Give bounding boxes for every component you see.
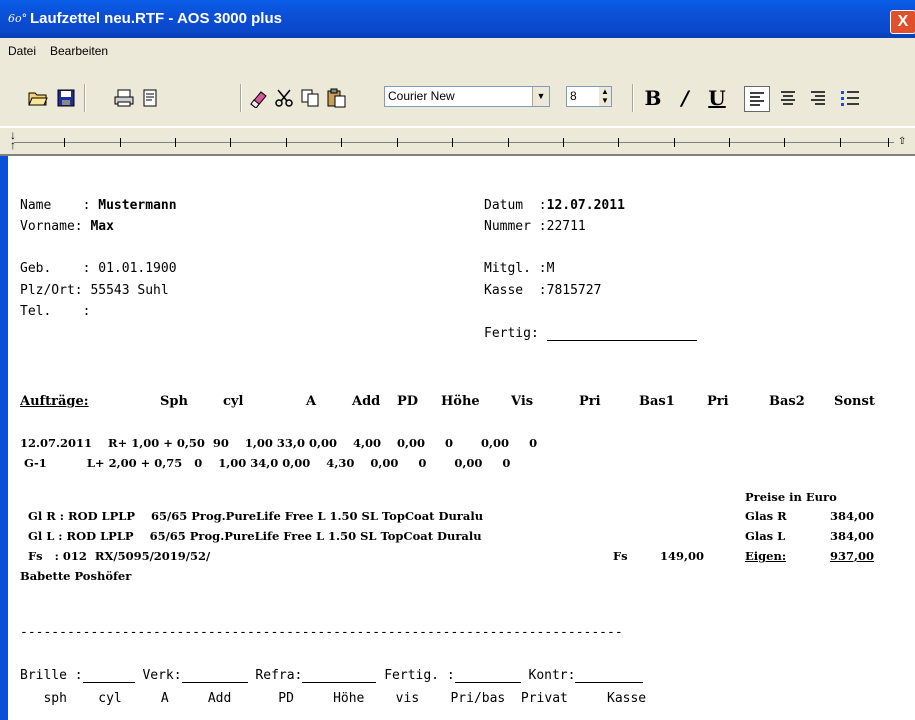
print-icon[interactable] [112,86,136,110]
nummer-line: Nummer :22711 [484,219,586,234]
ruler: ↓ ↑ ⇧ [0,128,915,156]
vorname-line: Vorname: Max [20,219,114,234]
font-name-select[interactable]: Courier New ▼ [384,86,550,107]
align-center-icon[interactable] [776,86,800,110]
separator-dashes: ----------------------------------------… [20,625,623,640]
print-preview-icon[interactable] [138,86,162,110]
plz-line: Plz/Ort: 55543 Suhl [20,283,169,298]
header-pri2: Pri [707,394,729,409]
signature-line: Brille : Verk: Refra: Fertig. : Kontr: [20,668,644,683]
document-area[interactable]: Name : Mustermann Vorname: Max Geb. : 01… [8,156,915,720]
open-folder-icon[interactable] [26,86,50,110]
tel-line: Tel. : [20,304,91,319]
hanging-indent-icon[interactable]: ↑ [10,138,16,152]
eigen-label: Eigen: [745,549,787,563]
glas-l-price: 384,00 [830,529,875,543]
right-margin-icon[interactable]: ⇧ [898,136,906,147]
fertig-line: Fertig: [484,326,697,341]
gl-r-line: Gl R : ROD LPLP 65/65 Prog.PureLife Free… [20,509,484,523]
window-border [0,156,8,720]
geb-line: Geb. : 01.01.1900 [20,261,177,276]
title-bar: 6o° Laufzettel neu.RTF - AOS 3000 plus X [0,0,915,38]
fs-price: 149,00 [660,549,705,563]
order-row-2: G-1 L+ 2,00 + 0,75 0 1,00 34,0 0,00 4,30… [20,456,511,470]
align-left-icon[interactable] [744,86,770,112]
glas-r-price: 384,00 [830,509,875,523]
close-button[interactable]: X [890,10,915,34]
menu-bar: Datei Bearbeiten [0,38,915,67]
header-pd: PD [397,394,419,409]
font-dropdown-icon[interactable]: ▼ [532,87,549,106]
header-auftraege: Aufträge: [20,394,89,409]
menu-bearbeiten[interactable]: Bearbeiten [50,44,108,58]
menu-datei[interactable]: Datei [8,44,36,58]
paste-icon[interactable] [324,86,348,110]
header-vis: Vis [511,394,534,409]
app-icon: 6o° [8,12,28,25]
eigen-price: 937,00 [830,549,875,563]
name-line: Name : Mustermann [20,198,177,213]
header-a: A [306,394,317,409]
kasse-line: Kasse :7815727 [484,283,602,298]
header-sonst: Sonst [834,394,875,409]
window-title: Laufzettel neu.RTF - AOS 3000 plus [30,10,282,27]
footer-labels: sph cyl A Add PD Höhe vis Pri/bas Privat… [20,691,647,706]
preise-label: Preise in Euro [745,490,837,504]
glas-l-label: Glas L [745,529,786,543]
header-bas2: Bas2 [769,394,805,409]
order-row-1: 12.07.2011 R+ 1,00 + 0,50 90 1,00 33,0 0… [20,436,538,450]
header-pri: Pri [579,394,601,409]
ruler-line [14,142,894,143]
fs-price-label: Fs [613,549,628,563]
mitgl-line: Mitgl. :M [484,261,555,276]
copy-icon[interactable] [298,86,322,110]
header-sph: Sph [160,394,188,409]
header-bas1: Bas1 [639,394,675,409]
spinner-icon[interactable]: ▲ ▼ [599,87,611,106]
align-right-icon[interactable] [806,86,830,110]
font-size-select[interactable]: 8 ▲ ▼ [566,86,612,107]
header-cyl: cyl [223,394,244,409]
fs-line: Fs : 012 RX/5095/2019/52/ [20,549,211,563]
underline-button[interactable]: U [702,84,732,112]
datum-line: Datum :12.07.2011 [484,198,625,213]
bold-button[interactable]: B [638,84,668,112]
eraser-icon[interactable] [246,86,270,110]
header-add: Add [352,394,381,409]
bullet-list-icon[interactable] [838,86,862,110]
italic-button[interactable]: / [670,84,700,112]
save-icon[interactable] [54,86,78,110]
gl-l-line: Gl L : ROD LPLP 65/65 Prog.PureLife Free… [20,529,482,543]
babette-line: Babette Poshöfer [20,569,132,583]
header-hoehe: Höhe [441,394,480,409]
cut-icon[interactable] [272,86,296,110]
glas-r-label: Glas R [745,509,787,523]
